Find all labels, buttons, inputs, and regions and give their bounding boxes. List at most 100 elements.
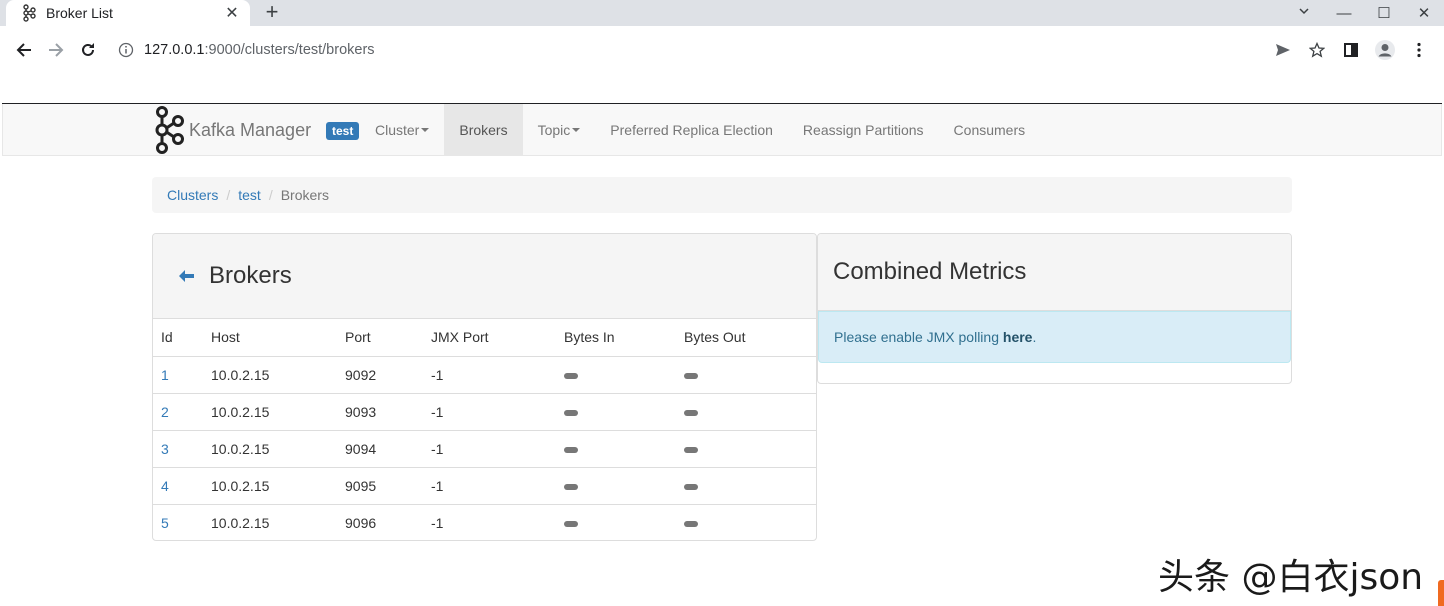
broker-id-value[interactable]: 3: [161, 441, 169, 457]
broker-id-value[interactable]: 1: [161, 367, 169, 383]
breadcrumb-separator: /: [268, 187, 273, 203]
new-tab-button[interactable]: +: [260, 1, 284, 23]
broker-jmx-port: -1: [423, 466, 556, 504]
broker-host: 10.0.2.15: [203, 503, 337, 540]
arrow-left-icon: [16, 43, 31, 57]
corner-decoration: [1438, 580, 1444, 606]
column-header-bytes-out: Bytes Out: [676, 319, 816, 357]
combined-metrics-panel: Combined Metrics Please enable JMX polli…: [817, 233, 1292, 384]
nav-item-label: Reassign Partitions: [802, 122, 924, 138]
bookmark-button[interactable]: [1300, 34, 1334, 66]
broker-id-value[interactable]: 5: [161, 515, 169, 531]
broker-port: 9094: [337, 429, 423, 467]
side-panel-icon: [1344, 43, 1358, 57]
browser-tab[interactable]: Broker List ✕: [6, 0, 250, 26]
arrow-right-icon: [49, 43, 64, 57]
breadcrumb-clusters[interactable]: Clusters: [167, 187, 218, 203]
broker-id: 5: [153, 503, 203, 540]
nav-item-topic[interactable]: Topic: [523, 104, 596, 156]
minus-icon: [684, 483, 698, 490]
minus-icon: [684, 372, 698, 379]
nav-item-reassign-partitions[interactable]: Reassign Partitions: [788, 104, 939, 156]
send-button[interactable]: [1266, 34, 1300, 66]
broker-id-value[interactable]: 2: [161, 404, 169, 420]
broker-port-value: 9092: [345, 366, 377, 383]
broker-jmx-port-value: -1: [431, 514, 444, 531]
close-window-button[interactable]: ✕: [1404, 4, 1444, 22]
combined-metrics-title: Combined Metrics: [833, 258, 1027, 285]
nav-menu: Cluster Brokers Topic Preferred Replica Ele…: [360, 104, 1040, 156]
broker-id: 1: [153, 356, 203, 393]
broker-host: 10.0.2.15: [203, 392, 337, 430]
broker-jmx-port-value: -1: [431, 366, 444, 383]
broker-bytes-out: [676, 429, 816, 467]
broker-port: 9092: [337, 356, 423, 393]
table-row: 3 10.0.2.15 9094 -1: [153, 429, 816, 467]
menu-button[interactable]: [1402, 34, 1436, 66]
nav-item-label: Preferred Replica Election: [610, 122, 773, 138]
broker-bytes-in: [556, 429, 676, 467]
arrow-left-icon[interactable]: [179, 270, 195, 282]
broker-port-value: 9095: [345, 477, 377, 494]
table-row: 2 10.0.2.15 9093 -1: [153, 392, 816, 430]
maximize-button[interactable]: ☐: [1364, 4, 1404, 22]
broker-jmx-port: -1: [423, 503, 556, 540]
browser-toolbar: 127.0.0.1:9000/clusters/test/brokers: [0, 26, 1444, 74]
nav-item-consumers[interactable]: Consumers: [939, 104, 1041, 156]
minimize-button[interactable]: —: [1324, 5, 1364, 22]
nav-item-preferred-replica-election[interactable]: Preferred Replica Election: [595, 104, 788, 156]
broker-bytes-out: [676, 392, 816, 430]
nav-item-label: Consumers: [953, 122, 1026, 138]
site-info-icon[interactable]: [118, 42, 134, 58]
nav-item-brokers[interactable]: Brokers: [444, 104, 523, 156]
table-header-row: Id Host Port JMX Port Bytes In Bytes Out: [153, 319, 816, 357]
reload-button[interactable]: [72, 34, 104, 66]
profile-button[interactable]: [1368, 34, 1402, 66]
url-path: :9000/clusters/test/brokers: [204, 42, 375, 58]
broker-port-value: 9096: [345, 514, 377, 531]
star-icon: [1309, 42, 1325, 58]
side-panel-button[interactable]: [1334, 34, 1368, 66]
broker-port-value: 9094: [345, 440, 377, 457]
brand-name: Kafka Manager: [189, 119, 312, 140]
table-row: 4 10.0.2.15 9095 -1: [153, 466, 816, 504]
back-button[interactable]: [8, 34, 40, 66]
broker-host: 10.0.2.15: [203, 429, 337, 467]
nav-item-cluster[interactable]: Cluster: [360, 104, 444, 156]
brokers-panel: Brokers Id Host Port JMX Port Bytes In B…: [152, 233, 817, 541]
forward-button[interactable]: [40, 34, 72, 66]
broker-host-value: 10.0.2.15: [211, 403, 270, 420]
breadcrumb: Clusters / test / Brokers: [152, 177, 1292, 213]
broker-id-value[interactable]: 4: [161, 478, 169, 494]
tab-search-chevron-icon[interactable]: [1284, 4, 1324, 22]
broker-host: 10.0.2.15: [203, 466, 337, 504]
broker-bytes-in: [556, 356, 676, 393]
window-controls: — ☐ ✕: [1284, 0, 1444, 26]
jmx-alert: Please enable JMX polling here.: [818, 311, 1291, 363]
address-bar[interactable]: 127.0.0.1:9000/clusters/test/brokers: [118, 42, 375, 58]
brand-link[interactable]: Kafka Manager: [153, 104, 311, 156]
jmx-alert-text: Please enable JMX polling: [834, 329, 999, 345]
nav-item-label: Cluster: [375, 122, 420, 138]
kebab-menu-icon: [1417, 42, 1421, 58]
brokers-panel-title: Brokers: [209, 262, 292, 289]
breadcrumb-cluster-test[interactable]: test: [238, 187, 261, 203]
jmx-enable-link[interactable]: here: [1003, 329, 1033, 345]
broker-bytes-in: [556, 466, 676, 504]
broker-port-value: 9093: [345, 403, 377, 420]
reload-icon: [82, 43, 94, 56]
jmx-alert-suffix: .: [1032, 329, 1037, 345]
tab-close-icon[interactable]: ✕: [222, 3, 242, 23]
table-row: 1 10.0.2.15 9092 -1: [153, 356, 816, 393]
broker-jmx-port-value: -1: [431, 477, 444, 494]
broker-bytes-in: [556, 392, 676, 430]
minus-icon: [564, 483, 578, 490]
minus-icon: [564, 521, 578, 528]
broker-port: 9093: [337, 392, 423, 430]
broker-bytes-out: [676, 503, 816, 540]
caret-down-icon: [572, 128, 581, 132]
broker-jmx-port: -1: [423, 356, 556, 393]
broker-bytes-in: [556, 503, 676, 540]
table-row: 5 10.0.2.15 9096 -1: [153, 503, 816, 540]
broker-id: 3: [153, 429, 203, 467]
